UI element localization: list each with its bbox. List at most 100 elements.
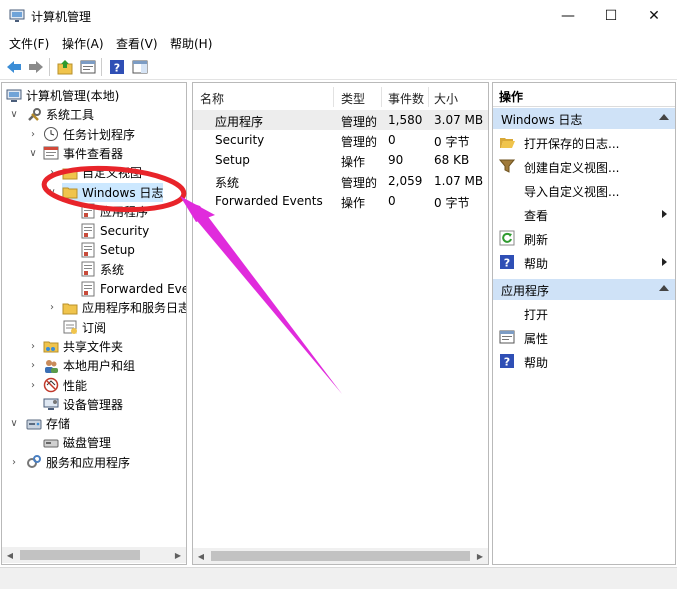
folder-icon [62, 165, 78, 181]
properties-button[interactable] [78, 57, 98, 77]
toolbar: ? [0, 54, 677, 80]
action-item[interactable]: ? 帮助 [493, 350, 675, 372]
collapse-caret-icon[interactable] [659, 114, 669, 120]
tree-expander[interactable]: › [27, 376, 39, 395]
cell-count: 0 [388, 193, 396, 208]
action-group-header[interactable]: Windows 日志 [493, 108, 675, 129]
cell-size: 0 字节 [434, 135, 470, 150]
cell-size: 68 KB [434, 153, 470, 168]
tree-item[interactable]: 本地用户和组 [43, 356, 135, 375]
up-folder-button[interactable] [55, 57, 75, 77]
menu-bar: 文件(F) 操作(A) 查看(V) 帮助(H) [0, 32, 677, 54]
action-item[interactable]: 查看 [493, 203, 675, 225]
scroll-right-arrow[interactable]: ▶ [472, 548, 488, 564]
tree-item[interactable]: Forwarded Events [80, 279, 186, 298]
computer-management-icon [6, 88, 22, 104]
action-item[interactable]: 刷新 [493, 227, 675, 249]
list-row[interactable]: Security 管理的 0 0 字节 [193, 130, 488, 150]
column-separator[interactable] [333, 87, 334, 107]
up-folder-icon [57, 60, 73, 75]
action-item[interactable]: 属性 [493, 326, 675, 348]
action-group-header[interactable]: 应用程序 [493, 279, 675, 300]
tree-item[interactable]: 系统工具 [26, 105, 94, 124]
tree-item[interactable]: 服务和应用程序 [26, 453, 130, 472]
cell-type: 操作 [341, 155, 366, 170]
tree-expander[interactable]: ∨ [8, 414, 20, 433]
tree-item[interactable]: 订阅 [62, 318, 106, 337]
column-header-size[interactable]: 大小 [434, 87, 484, 109]
tree-expander[interactable]: › [8, 453, 20, 472]
tree-expander[interactable]: › [46, 163, 58, 182]
tree-expander[interactable]: ∨ [8, 105, 20, 124]
list-horizontal-scrollbar[interactable]: ◀ ▶ [193, 548, 488, 564]
show-action-pane-button[interactable] [130, 57, 150, 77]
tree-item[interactable]: Security [80, 221, 149, 240]
tree-expander[interactable]: › [27, 356, 39, 375]
tree-item[interactable]: 应用程序 [80, 202, 148, 221]
list-row[interactable]: 应用程序 管理的 1,580 3.07 MB [193, 110, 488, 130]
tree-item[interactable]: 共享文件夹 [43, 337, 123, 356]
scrollbar-thumb[interactable] [211, 551, 470, 561]
scrollbar-thumb[interactable] [20, 550, 140, 560]
action-item[interactable]: ? 帮助 [493, 251, 675, 273]
scroll-right-arrow[interactable]: ▶ [170, 547, 186, 563]
action-item[interactable]: 创建自定义视图... [493, 155, 675, 177]
show-action-pane-icon [132, 60, 148, 74]
menu-file[interactable]: 文件(F) [9, 35, 49, 52]
tree-item[interactable]: 性能 [43, 376, 87, 395]
column-header-name[interactable]: 名称 [200, 87, 335, 109]
tree-item[interactable]: 系统 [80, 260, 124, 279]
tree-item[interactable]: 事件查看器 [43, 144, 123, 163]
tree-item[interactable]: 设备管理器 [43, 395, 123, 414]
forward-button[interactable] [26, 57, 46, 77]
tree-item[interactable]: 应用程序和服务日志 [62, 298, 187, 317]
tree-item[interactable]: 磁盘管理 [43, 433, 111, 452]
tree-expander[interactable]: › [27, 125, 39, 144]
list-row[interactable]: Setup 操作 90 68 KB [193, 150, 488, 170]
help-icon: ? [499, 353, 515, 369]
column-separator[interactable] [428, 87, 429, 107]
tree-item[interactable]: Setup [80, 240, 135, 259]
list-row[interactable]: 系统 管理的 2,059 1.07 MB [193, 171, 488, 191]
console-tree[interactable]: 计算机管理(本地) ∨ 系统工具 › 任务计划程序 ∨ 事件查看器 › 自定义视图 ∨ Window… [1, 82, 187, 565]
column-header-type[interactable]: 类型 [341, 87, 385, 109]
tree-item-label: 磁盘管理 [63, 436, 112, 451]
tree-expander[interactable]: ∨ [27, 144, 39, 163]
forward-icon [29, 61, 43, 73]
action-item[interactable]: 导入自定义视图... [493, 179, 675, 201]
list-row[interactable]: Forwarded Events 操作 0 0 字节 [193, 191, 488, 211]
tree-item[interactable]: 计算机管理(本地) [6, 86, 119, 105]
action-item-label: 导入自定义视图... [524, 185, 620, 199]
tree-item-label: 应用程序和服务日志 [82, 301, 187, 316]
tree-item[interactable]: 自定义视图 [62, 163, 142, 182]
minimize-button[interactable]: — [545, 0, 591, 32]
menu-help[interactable]: 帮助(H) [170, 35, 212, 52]
action-item[interactable]: 打开保存的日志... [493, 131, 675, 153]
scroll-left-arrow[interactable]: ◀ [193, 548, 209, 564]
scroll-left-arrow[interactable]: ◀ [2, 547, 18, 563]
tree-horizontal-scrollbar[interactable]: ◀ ▶ [2, 547, 186, 563]
tree-item[interactable]: Windows 日志 [62, 182, 164, 202]
menu-action[interactable]: 操作(A) [62, 35, 104, 52]
tree-expander[interactable]: › [46, 298, 58, 317]
close-button[interactable]: ✕ [631, 0, 677, 32]
tree-item[interactable]: 存储 [26, 414, 70, 433]
column-header-count[interactable]: 事件数 [388, 87, 432, 109]
tree-expander[interactable]: ∨ [46, 183, 58, 202]
tree-expander[interactable]: › [27, 337, 39, 356]
help-button[interactable]: ? [107, 57, 127, 77]
back-button[interactable] [4, 57, 24, 77]
properties-icon [80, 60, 96, 74]
tree-item-label: 设备管理器 [63, 397, 124, 412]
device-manager-icon [43, 396, 59, 412]
event-viewer-icon [43, 145, 59, 161]
collapse-caret-icon[interactable] [659, 285, 669, 291]
svg-text:?: ? [114, 62, 120, 75]
menu-view[interactable]: 查看(V) [116, 35, 158, 52]
action-item[interactable]: 打开 [493, 302, 675, 324]
tree-item[interactable]: 任务计划程序 [43, 125, 135, 144]
column-separator[interactable] [381, 87, 382, 107]
maximize-button[interactable]: ☐ [588, 0, 634, 32]
status-bar [0, 567, 677, 589]
title-bar: 计算机管理 — ☐ ✕ [0, 0, 677, 32]
